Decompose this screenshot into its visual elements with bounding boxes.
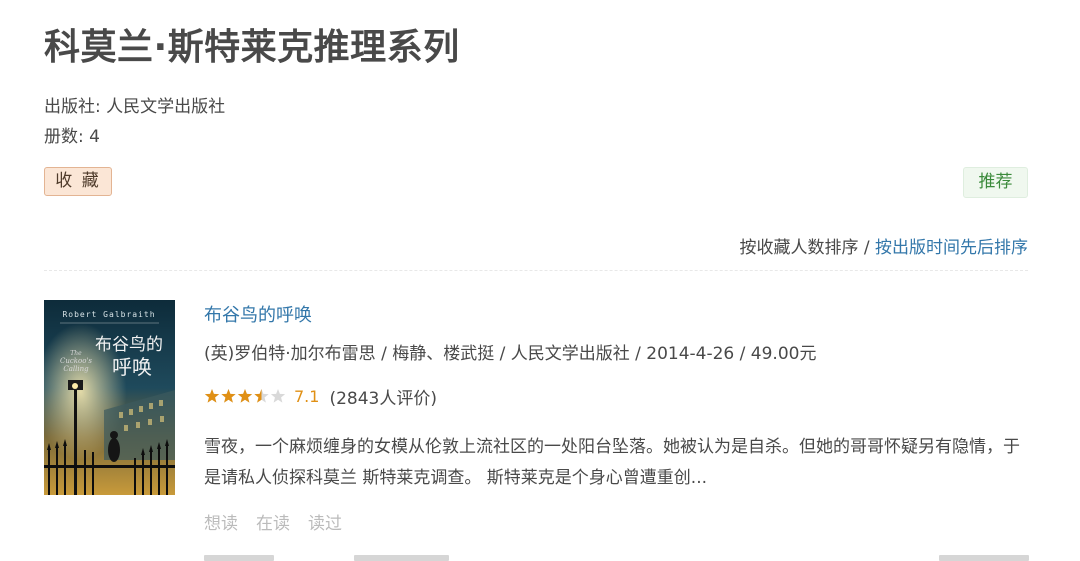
recommend-button[interactable]: 推荐 (963, 167, 1028, 198)
volume-count: 册数: 4 (44, 127, 100, 147)
book-cover-art: Robert Galbraith 布谷鸟的 呼唤 The Cuckoo's Ca… (44, 300, 175, 495)
cover-title-en-1: The (70, 350, 82, 357)
book-title-link[interactable]: 布谷鸟的呼唤 (204, 303, 312, 329)
star-filled-icon (204, 389, 220, 403)
next-item-text-fragment (939, 555, 1029, 561)
have-read-link[interactable]: 读过 (308, 514, 342, 534)
star-filled-icon (237, 389, 253, 403)
page-title: 科莫兰·斯特莱克推理系列 (44, 27, 460, 68)
rating-count: (2843人评价) (329, 388, 437, 409)
book-publication-info: (英)罗伯特·加尔布雷思 / 梅静、楼武挺 / 人民文学出版社 / 2014-4… (204, 344, 817, 364)
sort-separator: / (858, 238, 875, 258)
divider (44, 270, 1028, 271)
cover-title-en-2: Cuckoo's (60, 357, 92, 365)
cover-title-en-3: Calling (63, 365, 89, 373)
sort-by-collect[interactable]: 按收藏人数排序 (739, 238, 858, 258)
series-page: 科莫兰·斯特莱克推理系列 出版社: 人民文学出版社 册数: 4 收 藏 推荐 按… (0, 0, 1080, 561)
next-item-peek (204, 553, 1034, 561)
sort-by-date-link[interactable]: 按出版时间先后排序 (875, 238, 1028, 258)
book-description: 雪夜，一个麻烦缠身的女模从伦敦上流社区的一处阳台坠落。她被认为是自杀。但她的哥哥… (204, 437, 1020, 488)
star-empty-icon (270, 389, 286, 403)
rating-row: 7.1 (2843人评价) (204, 384, 437, 409)
next-item-text-fragment (204, 555, 274, 561)
collect-button[interactable]: 收 藏 (44, 167, 112, 196)
book-cover[interactable]: Robert Galbraith 布谷鸟的 呼唤 The Cuckoo's Ca… (44, 300, 175, 495)
cover-title-cn-2: 呼唤 (112, 355, 152, 379)
star-filled-icon (221, 389, 236, 403)
publisher-info: 出版社: 人民文学出版社 (44, 97, 226, 117)
cover-title-cn-1: 布谷鸟的 (95, 335, 163, 355)
reading-actions: 想读 在读 读过 (204, 512, 360, 536)
rating-score: 7.1 (294, 386, 320, 406)
next-item-text-fragment (354, 555, 449, 561)
reading-link[interactable]: 在读 (256, 514, 290, 534)
cover-author: Robert Galbraith (62, 310, 155, 319)
rating-stars-icon (204, 389, 286, 403)
want-to-read-link[interactable]: 想读 (204, 514, 238, 534)
sort-options: 按收藏人数排序 / 按出版时间先后排序 (739, 236, 1028, 260)
